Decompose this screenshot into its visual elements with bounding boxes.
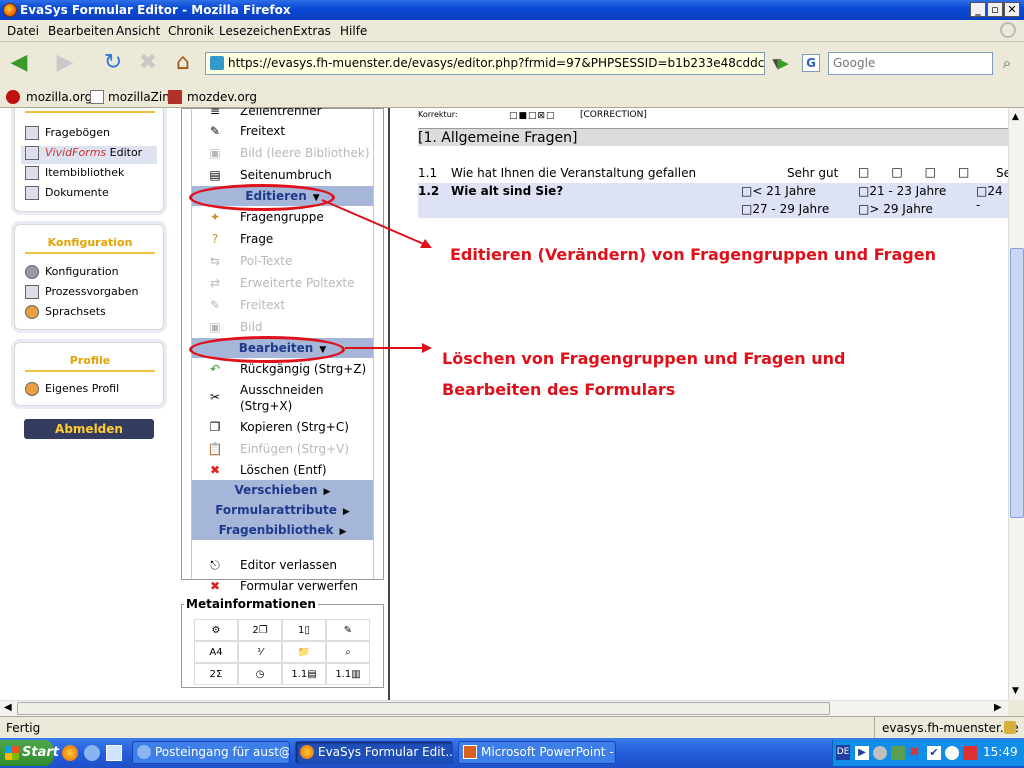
start-button[interactable]: Start bbox=[0, 740, 59, 766]
firefox-icon bbox=[300, 745, 314, 759]
ie-quicklaunch-icon[interactable] bbox=[106, 745, 122, 761]
status-text: Fertig bbox=[6, 721, 41, 735]
scroll-right-icon[interactable]: ▶ bbox=[994, 702, 1002, 713]
annotation-delete-line2: Bearbeiten des Formulars bbox=[442, 380, 676, 399]
taskbar: Start Posteingang für aust@fh... EvaSys … bbox=[0, 738, 1024, 768]
horizontal-scroll-thumb[interactable] bbox=[17, 702, 830, 715]
annotation-edit: Editieren (Verändern) von Fragengruppen … bbox=[450, 245, 936, 264]
bookmarks-toolbar: mozilla.org mozillaZine mozdev.org bbox=[0, 86, 1024, 108]
arrow-line-editieren bbox=[321, 199, 427, 246]
search-icon[interactable]: ⌕ bbox=[993, 49, 1021, 77]
scroll-down-icon[interactable]: ▼ bbox=[1012, 686, 1019, 696]
firefox-icon bbox=[3, 3, 17, 17]
forward-icon[interactable]: ▶ bbox=[50, 49, 80, 77]
mail-icon bbox=[137, 745, 151, 759]
bookmark-mozillazine[interactable]: mozillaZine bbox=[108, 90, 177, 104]
task-evasys[interactable]: EvaSys Formular Edit... bbox=[295, 741, 453, 764]
bookmark-mozdev[interactable]: mozdev.org bbox=[187, 90, 257, 104]
scroll-up-icon[interactable]: ▲ bbox=[1012, 112, 1019, 122]
horizontal-scrollbar[interactable]: ◀ ▶ bbox=[0, 700, 1008, 716]
url-input[interactable]: https://evasys.fh-muenster.de/evasys/edi… bbox=[205, 52, 765, 75]
check-icon[interactable]: ✔ bbox=[927, 746, 941, 760]
close-button[interactable]: ✕ bbox=[1004, 2, 1020, 17]
antivirus-icon[interactable] bbox=[963, 746, 977, 760]
search-input[interactable]: Google bbox=[828, 52, 993, 75]
status-divider bbox=[874, 717, 875, 739]
go-button-icon[interactable]: ▶ bbox=[768, 49, 798, 77]
menu-lesezeichen[interactable]: Lesezeichen bbox=[219, 24, 293, 38]
clock: 15:49 bbox=[983, 745, 1018, 759]
minimize-button[interactable]: _ bbox=[970, 2, 986, 17]
status-bar: Fertig evasys.fh-muenster.de bbox=[0, 716, 1024, 739]
bookmark-mozilla[interactable]: mozilla.org bbox=[26, 90, 92, 104]
search-placeholder: Google bbox=[833, 56, 876, 70]
firefox-quicklaunch-icon[interactable] bbox=[62, 745, 78, 761]
task-posteingang[interactable]: Posteingang für aust@fh... bbox=[132, 741, 290, 764]
scroll-left-icon[interactable]: ◀ bbox=[4, 702, 12, 713]
throbber-icon bbox=[1000, 22, 1016, 38]
maximize-button[interactable]: ▫ bbox=[987, 2, 1003, 17]
network-icon[interactable] bbox=[873, 746, 887, 760]
warning-icon[interactable]: ✖ bbox=[909, 746, 923, 760]
menu-ansicht[interactable]: Ansicht bbox=[116, 24, 160, 38]
menu-chronik[interactable]: Chronik bbox=[168, 24, 214, 38]
system-tray: DE ▶ ✖ ✔ 15:49 bbox=[832, 740, 1024, 766]
stop-icon[interactable]: ✖ bbox=[133, 49, 163, 77]
menu-bar: Datei Bearbeiten Ansicht Chronik Lesezei… bbox=[0, 20, 1024, 42]
mail-quicklaunch-icon[interactable] bbox=[84, 745, 100, 761]
vertical-scrollbar[interactable]: ▲ ▼ bbox=[1008, 108, 1024, 700]
status-host: evasys.fh-muenster.de bbox=[882, 721, 1019, 735]
search-engine-icon[interactable]: G bbox=[802, 54, 820, 72]
back-icon[interactable]: ◀ bbox=[4, 49, 34, 77]
reload-icon[interactable]: ↻ bbox=[98, 49, 128, 77]
windows-logo-icon bbox=[5, 746, 19, 760]
window-title: EvaSys Formular Editor - Mozilla Firefox bbox=[20, 3, 291, 17]
arrow-head-bearbeiten bbox=[422, 343, 432, 353]
window-titlebar: EvaSys Formular Editor - Mozilla Firefox… bbox=[0, 0, 1024, 20]
url-text: https://evasys.fh-muenster.de/evasys/edi… bbox=[228, 56, 765, 70]
media-icon[interactable]: ▶ bbox=[855, 746, 869, 760]
menu-bearbeiten[interactable]: Bearbeiten bbox=[48, 24, 114, 38]
page-content: Fragebögen VividForms Editor Itembibliot… bbox=[0, 108, 1008, 700]
language-indicator[interactable]: DE bbox=[836, 745, 850, 760]
site-icon bbox=[210, 56, 224, 70]
mozdev-icon bbox=[168, 90, 182, 104]
menu-hilfe[interactable]: Hilfe bbox=[340, 24, 367, 38]
page-icon bbox=[90, 90, 104, 104]
powerpoint-icon bbox=[463, 745, 477, 759]
menu-datei[interactable]: Datei bbox=[7, 24, 39, 38]
sync-icon[interactable] bbox=[891, 746, 905, 760]
lock-icon bbox=[1004, 721, 1016, 734]
security-icon[interactable] bbox=[945, 746, 959, 760]
home-icon[interactable]: ⌂ bbox=[168, 49, 198, 77]
annotation-arrows bbox=[321, 199, 432, 353]
annotation-delete-line1: Löschen von Fragengruppen und Fragen und bbox=[442, 349, 846, 368]
task-powerpoint[interactable]: Microsoft PowerPoint - [... bbox=[458, 741, 616, 764]
mozilla-icon bbox=[6, 90, 20, 104]
vertical-scroll-thumb[interactable] bbox=[1010, 248, 1024, 518]
navigation-toolbar: ◀ ▶ ↻ ✖ ⌂ https://evasys.fh-muenster.de/… bbox=[0, 42, 1024, 86]
menu-extras[interactable]: Extras bbox=[293, 24, 331, 38]
